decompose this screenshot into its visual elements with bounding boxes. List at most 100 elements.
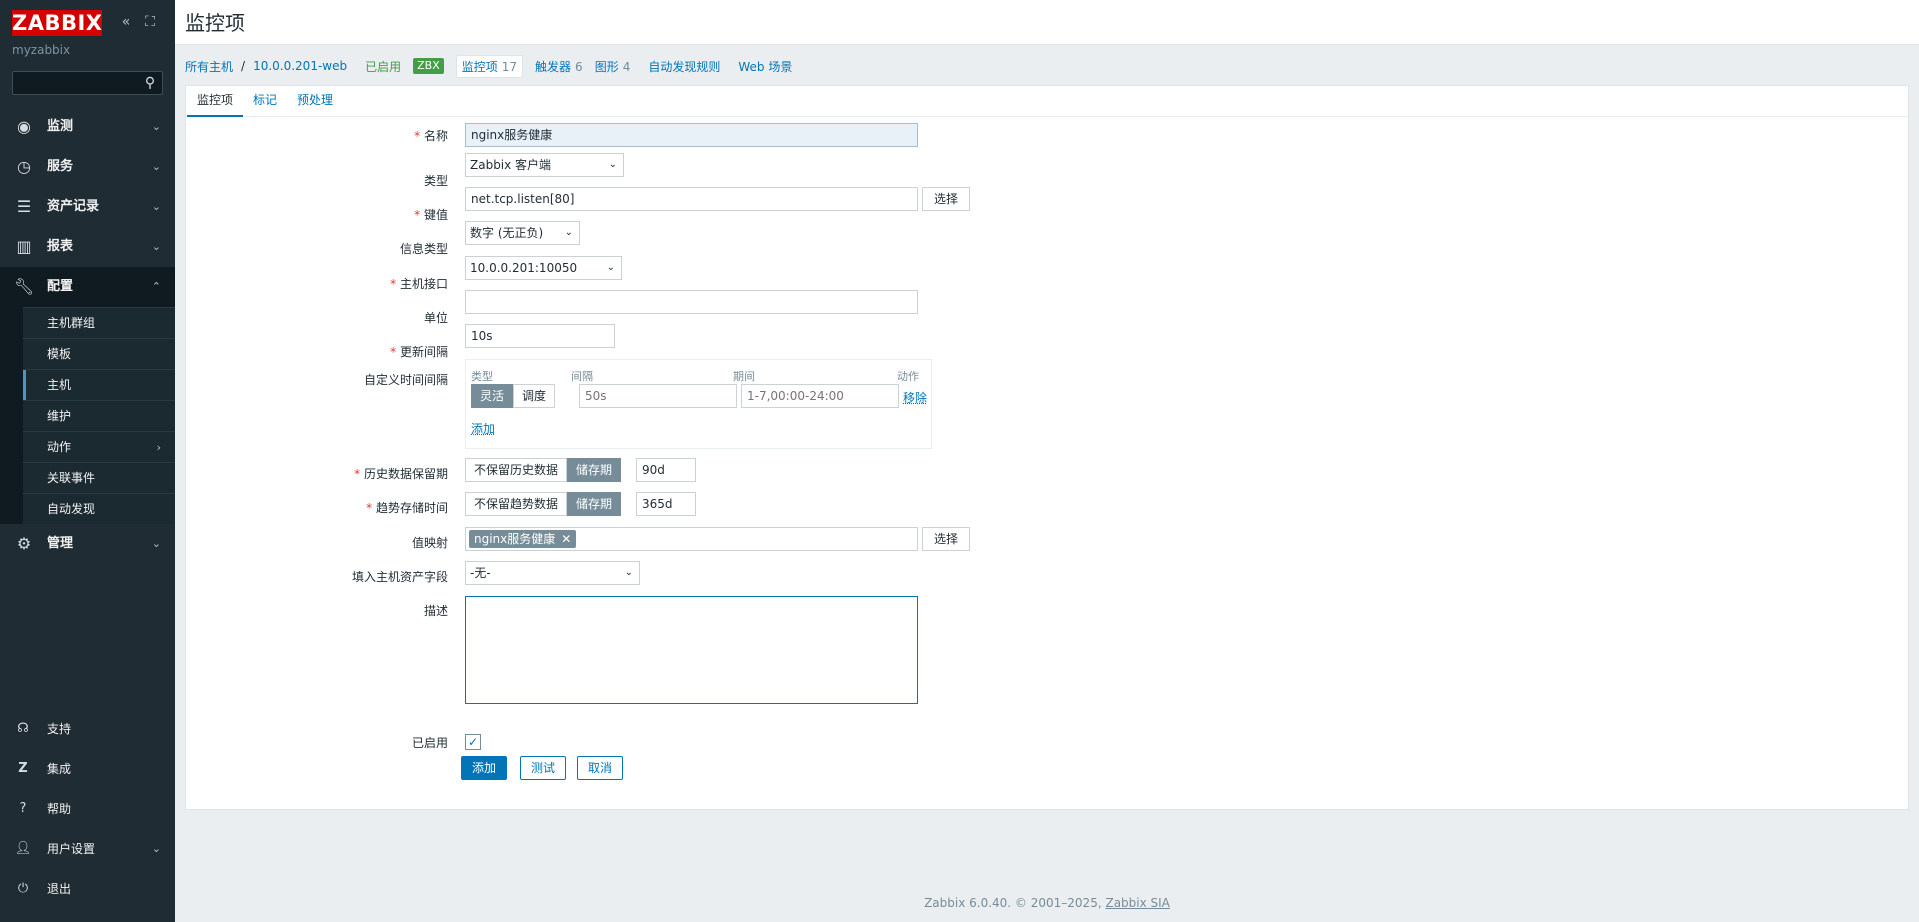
menu-item-integrations[interactable]: Z 集成 <box>0 749 175 789</box>
eye-icon: ◉ <box>17 117 31 136</box>
host-nav-items[interactable]: 监控项 17 <box>455 54 524 78</box>
all-hosts-link[interactable]: 所有主机 <box>185 58 233 75</box>
menu-item-monitoring[interactable]: ◉ 监测 ⌄ <box>0 107 175 147</box>
update-interval-label: 更新间隔 <box>390 343 448 360</box>
key-select-button[interactable]: 选择 <box>922 187 970 211</box>
ci-header-interval: 间隔 <box>571 370 593 383</box>
chevron-down-icon: ⌄ <box>564 227 573 238</box>
discovery-rules-link[interactable]: 自动发现规则 <box>648 60 720 74</box>
collapse-sidebar-icon[interactable]: « <box>117 13 135 31</box>
chevron-down-icon: ⌄ <box>151 200 161 213</box>
row-info-type: 信息类型 数字 (无正负) ⌄ <box>186 221 1908 260</box>
ci-header-type: 类型 <box>471 370 493 383</box>
trends-storage-period-option[interactable]: 储存期 <box>567 492 622 516</box>
submenu-item-templates[interactable]: 模板 <box>23 338 175 369</box>
ci-interval-input[interactable] <box>579 384 737 408</box>
menu-item-administration[interactable]: ⚙ 管理 ⌄ <box>0 524 175 564</box>
menu-item-signout[interactable]: ⏻ 退出 <box>0 869 175 909</box>
items-link[interactable]: 监控项 <box>462 60 498 74</box>
graphs-link[interactable]: 图形 <box>595 60 619 74</box>
question-icon: ? <box>19 801 27 816</box>
bar-chart-icon: ▥ <box>16 237 32 256</box>
list-icon: ☰ <box>16 197 32 216</box>
menu-label: 服务 <box>47 159 74 174</box>
kiosk-mode-icon[interactable]: ⛶ <box>141 13 159 31</box>
main-menu: ◉ 监测 ⌄ ◷ 服务 ⌄ ☰ 资产记录 ⌄ ▥ 报表 ⌄ 🔧︎ 配置 ⌃ 主机… <box>0 107 175 564</box>
menu-item-services[interactable]: ◷ 服务 ⌄ <box>0 147 175 187</box>
info-type-select[interactable]: 数字 (无正负) ⌄ <box>465 221 580 245</box>
submenu-item-discovery[interactable]: 自动发现 <box>23 493 175 524</box>
search-icon[interactable]: ⚲ <box>141 74 159 92</box>
zbx-availability-badge: ZBX <box>413 58 444 74</box>
history-period-input[interactable]: 90d <box>636 458 696 482</box>
menu-item-help[interactable]: ? 帮助 <box>0 789 175 829</box>
ci-period-input[interactable] <box>741 384 899 408</box>
submenu-item-maintenance[interactable]: 维护 <box>23 400 175 431</box>
submenu-item-hosts[interactable]: 主机 <box>23 369 175 400</box>
tab-tags[interactable]: 标记 <box>243 86 287 117</box>
submenu-item-correlation[interactable]: 关联事件 <box>23 462 175 493</box>
row-type: 类型 Zabbix 客户端 ⌄ <box>186 153 1908 192</box>
menu-item-user-settings[interactable]: 👤︎ 用户设置 ⌄ <box>0 829 175 869</box>
menu-label: 支持 <box>47 722 72 736</box>
zabbix-z-icon: Z <box>18 761 28 776</box>
valuemap-tag-label: nginx服务健康 <box>474 532 556 546</box>
footer-link[interactable]: Zabbix SIA <box>1105 896 1169 910</box>
remove-tag-icon[interactable]: ✕ <box>561 532 571 546</box>
chevron-down-icon: ⌄ <box>151 842 161 855</box>
name-input[interactable]: nginx服务健康 <box>465 123 918 147</box>
history-storage-period-option[interactable]: 储存期 <box>567 458 622 482</box>
menu-item-configuration[interactable]: 🔧︎ 配置 ⌃ <box>0 267 175 307</box>
key-input[interactable]: net.tcp.listen[80] <box>465 187 918 211</box>
ci-remove-link[interactable]: 移除 <box>903 389 927 406</box>
valuemap-select-button[interactable]: 选择 <box>922 527 970 551</box>
cancel-button[interactable]: 取消 <box>577 756 624 780</box>
zabbix-logo[interactable]: ZABBIX <box>12 10 102 36</box>
update-interval-input[interactable]: 10s <box>465 324 615 348</box>
type-select[interactable]: Zabbix 客户端 ⌄ <box>465 153 624 177</box>
info-type-label: 信息类型 <box>399 242 448 256</box>
items-count: 17 <box>501 59 518 74</box>
valuemap-multiselect[interactable]: nginx服务健康 ✕ <box>465 527 918 551</box>
web-scenarios-link[interactable]: Web 场景 <box>738 60 792 74</box>
host-link[interactable]: 10.0.0.201-web <box>253 59 347 73</box>
search-box: ⚲ <box>12 71 163 95</box>
enabled-checkbox[interactable]: ✓ <box>465 734 481 750</box>
host-interface-select[interactable]: 10.0.0.201:10050 ⌄ <box>465 256 622 280</box>
menu-item-inventory[interactable]: ☰ 资产记录 ⌄ <box>0 187 175 227</box>
menu-label: 管理 <box>47 536 74 551</box>
host-nav-triggers[interactable]: 触发器 6 <box>535 58 583 75</box>
host-nav-web[interactable]: Web 场景 <box>738 58 792 75</box>
graphs-count: 4 <box>622 59 631 74</box>
inventory-select[interactable]: -无- ⌄ <box>465 561 640 585</box>
checkmark-icon: ✓ <box>467 735 479 749</box>
trends-do-not-keep-option[interactable]: 不保留趋势数据 <box>465 492 568 516</box>
search-input[interactable] <box>13 72 133 94</box>
trends-period-input[interactable]: 365d <box>636 492 696 516</box>
ci-scheduling-option[interactable]: 调度 <box>513 384 556 408</box>
custom-intervals-label: 自定义时间间隔 <box>363 373 448 387</box>
host-status-link[interactable]: 已启用 <box>365 58 401 75</box>
name-label: 名称 <box>414 127 448 144</box>
ci-flexible-option[interactable]: 灵活 <box>471 384 514 408</box>
triggers-link[interactable]: 触发器 <box>535 60 571 74</box>
history-do-not-keep-option[interactable]: 不保留历史数据 <box>465 458 568 482</box>
ci-add-link[interactable]: 添加 <box>471 420 495 437</box>
inventory-value: -无- <box>470 566 491 580</box>
description-textarea[interactable] <box>465 596 918 704</box>
menu-item-support[interactable]: ☊ 支持 <box>0 709 175 749</box>
host-nav-discovery[interactable]: 自动发现规则 <box>648 58 720 75</box>
menu-label: 监测 <box>47 119 74 134</box>
tab-item[interactable]: 监控项 <box>187 86 244 117</box>
menu-label: 退出 <box>47 882 72 896</box>
units-input[interactable] <box>465 290 918 314</box>
tab-preprocessing[interactable]: 预处理 <box>287 86 343 117</box>
submenu-item-host-groups[interactable]: 主机群组 <box>23 307 175 338</box>
submenu-item-actions[interactable]: 动作 › <box>23 431 175 462</box>
host-nav-graphs[interactable]: 图形 4 <box>595 58 631 75</box>
menu-label: 资产记录 <box>47 199 100 214</box>
chevron-down-icon: ⌄ <box>608 159 617 170</box>
add-button[interactable]: 添加 <box>461 756 508 780</box>
menu-item-reports[interactable]: ▥ 报表 ⌄ <box>0 227 175 267</box>
test-button[interactable]: 测试 <box>520 756 567 780</box>
